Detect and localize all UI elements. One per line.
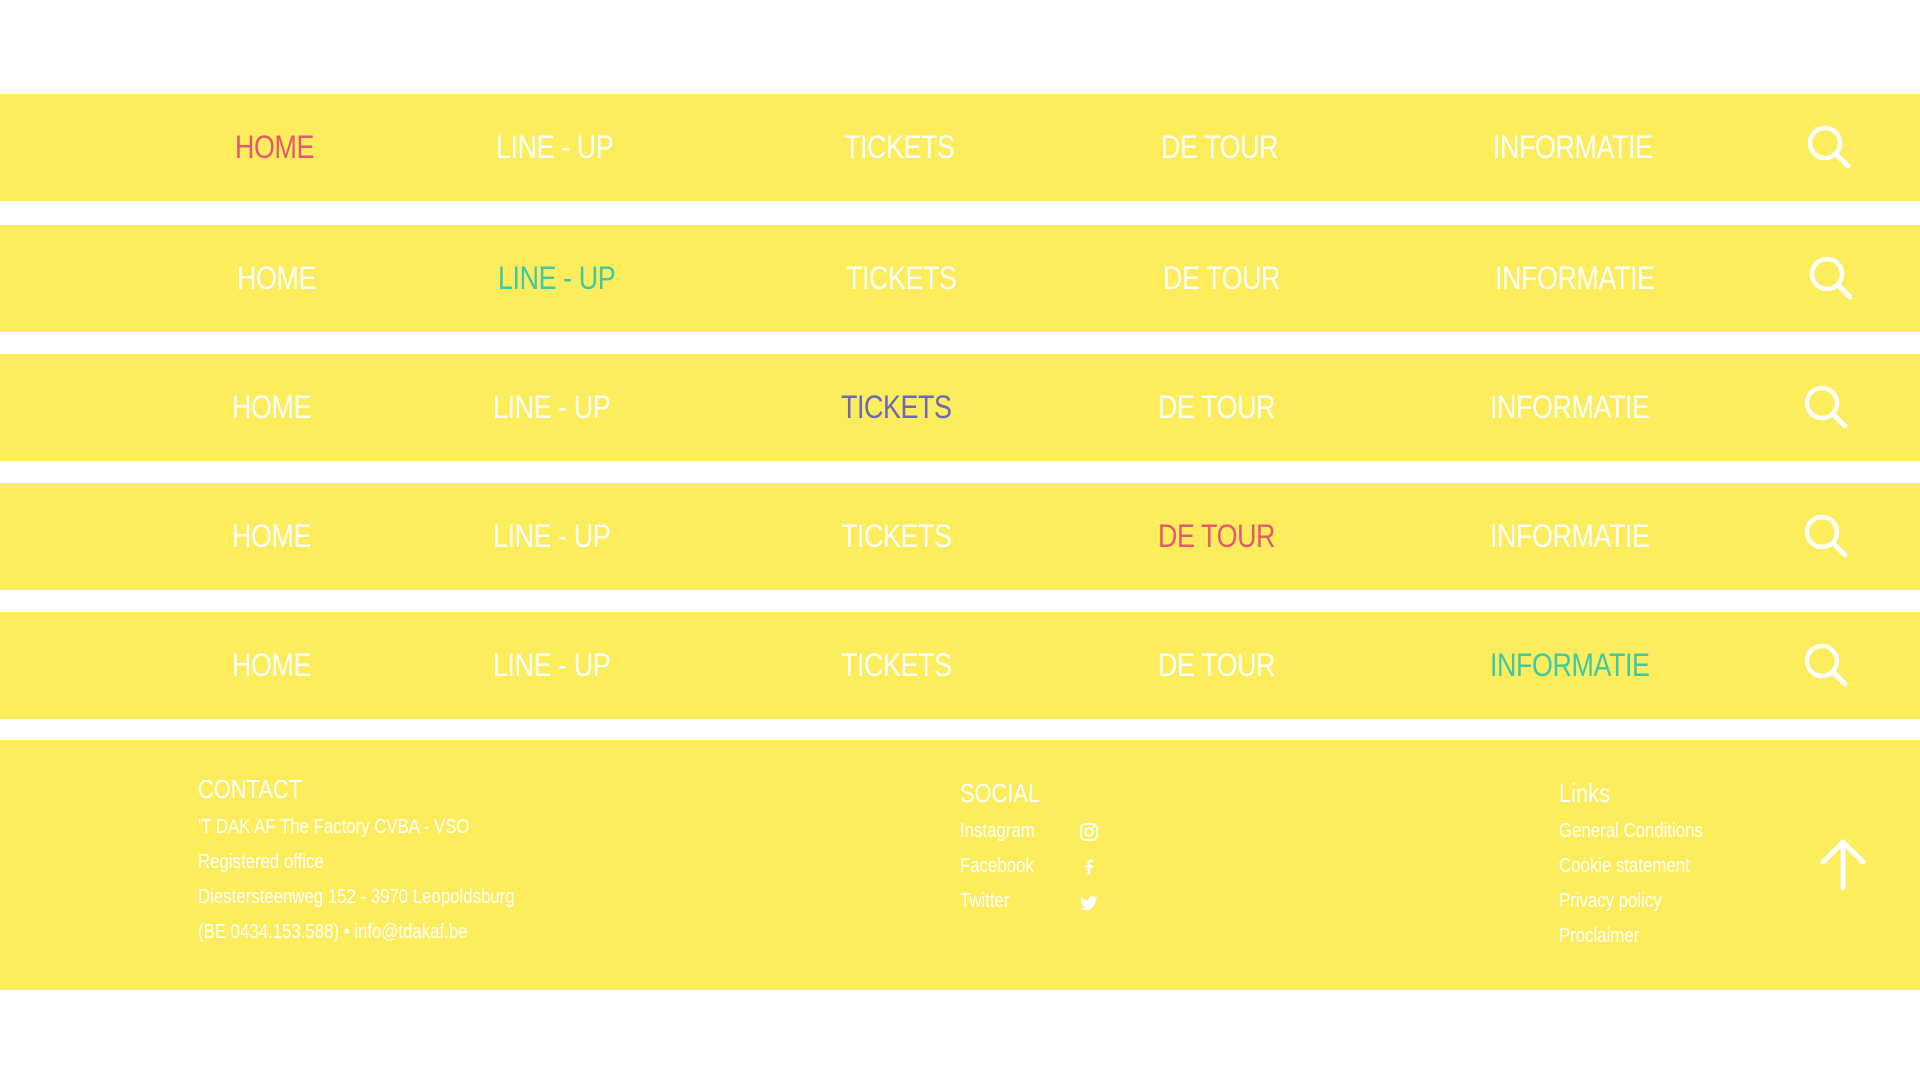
nav-tickets[interactable]: TICKETS — [841, 483, 952, 590]
nav-line-up[interactable]: LINE - UP — [498, 225, 616, 332]
cookie-statement-link[interactable]: Cookie statement — [1559, 855, 1690, 878]
general-conditions-link[interactable]: General Conditions — [1559, 820, 1703, 843]
links-heading: Links — [1559, 778, 1610, 808]
nav-bar-detour-active: HOME LINE - UP TICKETS DE TOUR INFORMATI… — [0, 483, 1920, 590]
nav-home[interactable]: HOME — [232, 483, 311, 590]
social-heading: SOCIAL — [960, 778, 1041, 808]
search-icon[interactable] — [1808, 255, 1854, 301]
nav-tickets[interactable]: TICKETS — [841, 612, 952, 719]
nav-line-up[interactable]: LINE - UP — [493, 354, 611, 461]
facebook-link[interactable]: Facebook — [960, 855, 1034, 878]
nav-de-tour[interactable]: DE TOUR — [1161, 94, 1278, 201]
footer: CONTACT 'T DAK AF The Factory CVBA - VSO… — [0, 740, 1920, 990]
nav-informatie[interactable]: INFORMATIE — [1490, 483, 1650, 590]
privacy-policy-link[interactable]: Privacy policy — [1559, 890, 1662, 913]
contact-heading: CONTACT — [198, 774, 302, 804]
arrow-up-icon[interactable] — [1818, 838, 1868, 890]
nav-bar-lineup-active: HOME LINE - UP TICKETS DE TOUR INFORMATI… — [0, 225, 1920, 332]
nav-de-tour[interactable]: DE TOUR — [1163, 225, 1280, 332]
twitter-icon[interactable] — [1079, 893, 1099, 913]
search-icon[interactable] — [1803, 513, 1849, 559]
nav-de-tour[interactable]: DE TOUR — [1158, 612, 1275, 719]
proclaimer-link[interactable]: Proclaimer — [1559, 925, 1639, 948]
instagram-icon[interactable] — [1079, 822, 1099, 842]
nav-informatie[interactable]: INFORMATIE — [1490, 354, 1650, 461]
nav-line-up[interactable]: LINE - UP — [496, 94, 614, 201]
nav-de-tour[interactable]: DE TOUR — [1158, 354, 1275, 461]
nav-bar-home-active: HOME LINE - UP TICKETS DE TOUR INFORMATI… — [0, 94, 1920, 201]
nav-tickets[interactable]: TICKETS — [846, 225, 957, 332]
search-icon[interactable] — [1803, 642, 1849, 688]
nav-line-up[interactable]: LINE - UP — [493, 612, 611, 719]
nav-tickets[interactable]: TICKETS — [844, 94, 955, 201]
contact-vat-email: (BE 0434.153.588) • info@tdakaf.be — [198, 921, 468, 943]
nav-bar-informatie-active: HOME LINE - UP TICKETS DE TOUR INFORMATI… — [0, 612, 1920, 719]
contact-address: Diestersteenweg 152 - 3970 Leopoldsburg — [198, 886, 515, 908]
twitter-link[interactable]: Twitter — [960, 890, 1009, 913]
nav-home[interactable]: HOME — [232, 612, 311, 719]
nav-de-tour[interactable]: DE TOUR — [1158, 483, 1275, 590]
contact-registered-office: Registered office — [198, 851, 324, 873]
search-icon[interactable] — [1806, 124, 1852, 170]
facebook-icon[interactable] — [1079, 857, 1099, 877]
nav-line-up[interactable]: LINE - UP — [493, 483, 611, 590]
nav-informatie[interactable]: INFORMATIE — [1490, 612, 1650, 719]
instagram-link[interactable]: Instagram — [960, 820, 1035, 843]
search-icon[interactable] — [1803, 384, 1849, 430]
nav-informatie[interactable]: INFORMATIE — [1493, 94, 1653, 201]
contact-company: 'T DAK AF The Factory CVBA - VSO — [198, 816, 470, 838]
nav-home[interactable]: HOME — [237, 225, 316, 332]
nav-bar-tickets-active: HOME LINE - UP TICKETS DE TOUR INFORMATI… — [0, 354, 1920, 461]
nav-home[interactable]: HOME — [232, 354, 311, 461]
nav-informatie[interactable]: INFORMATIE — [1495, 225, 1655, 332]
nav-tickets[interactable]: TICKETS — [841, 354, 952, 461]
nav-home[interactable]: HOME — [235, 94, 314, 201]
